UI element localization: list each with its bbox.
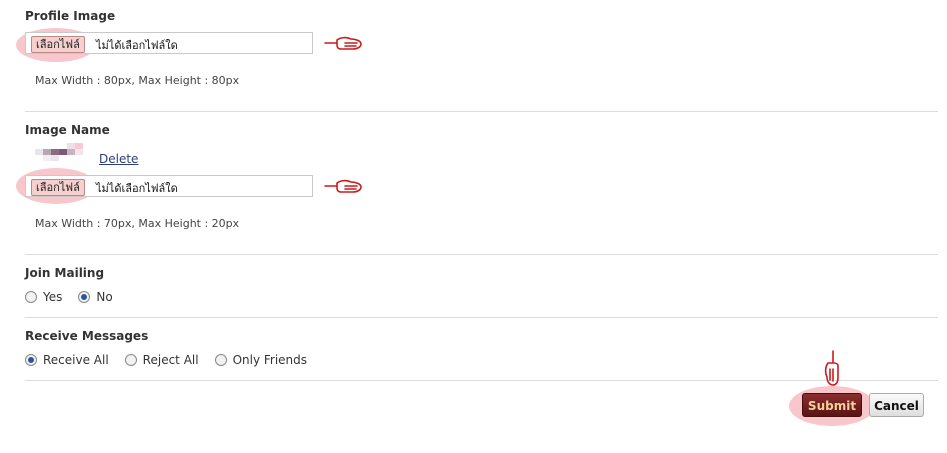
receive-messages-option-reject-all[interactable]: Reject All [124, 353, 199, 367]
profile-image-file-input[interactable]: เลือกไฟล์ ไม่ได้เลือกไฟล์ใด [25, 32, 313, 54]
radio-label: Only Friends [232, 353, 308, 367]
receive-messages-option-receive-all[interactable]: Receive All [25, 353, 109, 367]
radio-label: Receive All [43, 353, 109, 367]
section-divider [25, 111, 938, 112]
section-divider [25, 254, 938, 255]
join-mailing-option-no[interactable]: No [78, 290, 113, 304]
profile-image-title: Profile Image [25, 9, 116, 23]
file-status-text: ไม่ได้เลือกไฟล์ใด [96, 39, 178, 52]
pointing-hand-left-icon [324, 179, 362, 193]
profile-image-hint: Max Width : 80px, Max Height : 80px [35, 74, 240, 87]
receive-messages-option-only-friends[interactable]: Only Friends [214, 353, 308, 367]
image-name-title: Image Name [25, 123, 110, 137]
radio-button[interactable] [78, 291, 91, 303]
pointing-hand-left-icon [324, 36, 362, 50]
radio-button[interactable] [214, 354, 227, 366]
pointing-hand-down-icon [824, 350, 839, 386]
image-name-hint: Max Width : 70px, Max Height : 20px [35, 217, 240, 230]
radio-label: No [96, 290, 113, 304]
section-divider [25, 317, 938, 318]
join-mailing-option-yes[interactable]: Yes [25, 290, 62, 304]
choose-file-button[interactable]: เลือกไฟล์ [31, 179, 85, 196]
radio-label: Reject All [142, 353, 199, 367]
radio-button[interactable] [25, 354, 37, 366]
receive-messages-radio-group: Receive All Reject All Only Friends [25, 353, 323, 367]
join-mailing-radio-group: Yes No [25, 290, 129, 304]
receive-messages-title: Receive Messages [25, 329, 149, 343]
file-status-text: ไม่ได้เลือกไฟล์ใด [96, 182, 178, 195]
section-divider [25, 380, 938, 381]
choose-file-button[interactable]: เลือกไฟล์ [31, 36, 85, 53]
cancel-button[interactable]: Cancel [869, 393, 924, 417]
image-name-file-input[interactable]: เลือกไฟล์ ไม่ได้เลือกไฟล์ใด [25, 175, 313, 197]
image-name-thumbnail [35, 143, 83, 161]
radio-button[interactable] [124, 354, 137, 366]
radio-label: Yes [43, 290, 63, 304]
delete-image-link[interactable]: Delete [99, 152, 138, 166]
radio-button[interactable] [25, 291, 37, 303]
submit-button[interactable]: Submit [802, 393, 862, 417]
join-mailing-title: Join Mailing [25, 266, 105, 280]
